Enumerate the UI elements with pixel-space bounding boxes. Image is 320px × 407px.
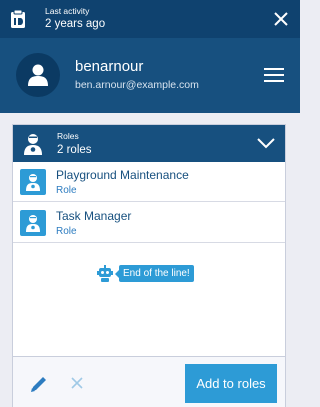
top-bar: Last activity 2 years ago (0, 0, 300, 38)
role-name: Playground Maintenance (56, 168, 189, 182)
hamburger-menu-icon[interactable] (264, 67, 284, 83)
roles-header[interactable]: Roles 2 roles (13, 125, 285, 162)
user-email: ben.arnour@example.com (75, 79, 199, 91)
user-role-icon (26, 215, 40, 232)
add-to-roles-button[interactable]: Add to roles (185, 364, 277, 403)
user-profile-header: benarnour ben.arnour@example.com (0, 38, 300, 113)
role-type: Role (56, 185, 77, 196)
user-role-icon (24, 134, 42, 155)
roles-list: Playground Maintenance Role Task Manager… (13, 162, 285, 356)
chevron-down-icon[interactable] (257, 137, 275, 149)
user-role-icon (26, 174, 40, 191)
list-item[interactable]: Task Manager Role (13, 203, 285, 243)
last-activity: Last activity 2 years ago (45, 6, 105, 31)
action-bar: Add to roles (13, 356, 285, 407)
avatar (16, 53, 60, 97)
x-icon[interactable] (69, 375, 85, 391)
close-icon[interactable] (270, 8, 292, 30)
user-icon (28, 64, 48, 86)
last-activity-value: 2 years ago (45, 18, 106, 30)
last-activity-label: Last activity (45, 6, 90, 16)
role-type: Role (56, 226, 77, 237)
role-badge (20, 169, 46, 195)
role-name: Task Manager (56, 209, 132, 223)
roles-heading: Roles (57, 131, 79, 141)
user-name: benarnour (75, 58, 144, 75)
list-item[interactable]: Playground Maintenance Role (13, 162, 285, 202)
roles-count: 2 roles (57, 144, 92, 156)
robot-icon (97, 265, 113, 282)
roles-panel: Roles 2 roles Playground Maintenance Rol… (12, 124, 286, 407)
clipboard-icon (11, 9, 25, 28)
role-badge (20, 210, 46, 236)
pencil-icon[interactable] (29, 374, 49, 394)
end-of-list-message: End of the line! (115, 265, 194, 282)
